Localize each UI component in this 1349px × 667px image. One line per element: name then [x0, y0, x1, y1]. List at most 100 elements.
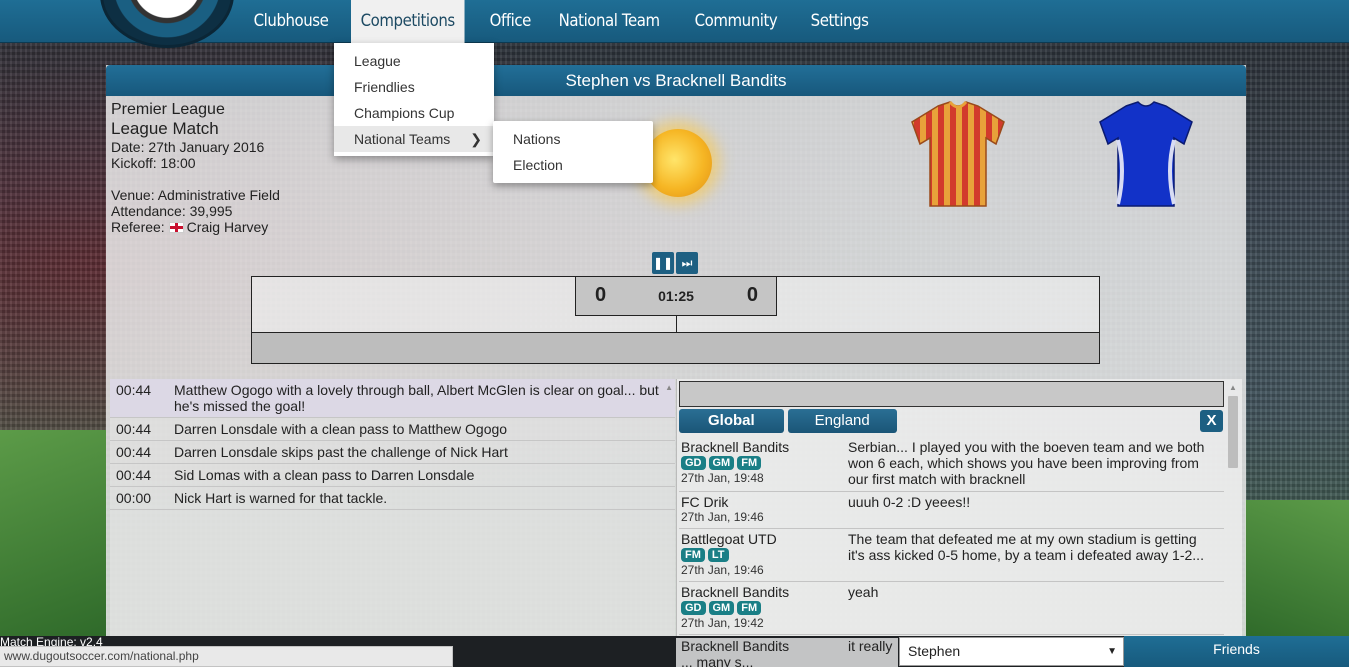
- user-badge: GD: [681, 601, 706, 615]
- friends-button[interactable]: Friends: [1124, 636, 1349, 667]
- commentary-row: 00:44 Darren Lonsdale with a clean pass t…: [110, 418, 675, 441]
- match-referee: Referee: Craig Harvey: [111, 219, 280, 235]
- nav-national-team[interactable]: National Team: [549, 0, 669, 43]
- commentary-text: Darren Lonsdale skips past the challenge…: [174, 444, 508, 460]
- playback-controls: ❚❚ ⏭: [652, 252, 698, 274]
- scroll-up-icon[interactable]: ▲: [1228, 383, 1238, 392]
- pitch-background-left: [0, 430, 106, 637]
- pitch-background-right: [1245, 500, 1349, 637]
- user-badge: GM: [708, 601, 735, 615]
- match-visualizer: 0 01:25 0: [251, 276, 1100, 364]
- user-badge: GM: [708, 456, 735, 470]
- chat-timestamp: 27th Jan, 19:46: [681, 563, 764, 577]
- chat-scrollbar[interactable]: ▲: [1228, 383, 1238, 640]
- commentary-row: 00:44 Darren Lonsdale skips past the chal…: [110, 441, 675, 464]
- chat-username[interactable]: Battlegoat UTD: [681, 531, 848, 547]
- user-badge: FM: [737, 601, 762, 615]
- chat-sender: FC Drik 27th Jan, 19:46: [681, 494, 848, 524]
- referee-name: Craig Harvey: [186, 219, 269, 235]
- chat-input[interactable]: [679, 381, 1224, 407]
- chat-text: uuuh 0-2 :D yeees!!: [848, 494, 971, 510]
- chat-sender: Bracknell Bandits GD GM FM 27th Jan, 19:42: [681, 584, 848, 630]
- menu-item-champions-cup[interactable]: Champions Cup: [334, 100, 494, 126]
- chat-timestamp: 27th Jan, 19:42: [681, 616, 764, 630]
- user-badges: GD GM FM: [681, 601, 848, 615]
- status-url: www.dugoutsoccer.com/national.php: [0, 646, 453, 667]
- chat-text: yeah: [848, 584, 879, 600]
- away-score: 0: [746, 284, 758, 306]
- chat-username[interactable]: Bracknell Bandits: [681, 584, 848, 600]
- chat-sender: Bracknell Bandits GD GM FM 27th Jan, 19:48: [681, 439, 848, 487]
- chat-username[interactable]: FC Drik: [681, 494, 848, 510]
- chat-username[interactable]: Bracknell Bandits: [681, 439, 848, 455]
- match-panel: Stephen vs Bracknell Bandits Premier Lea…: [106, 65, 1246, 640]
- chat-message: FC Drik 27th Jan, 19:46 uuuh 0-2 :D yeees!…: [679, 492, 1224, 529]
- menu-item-friendlies[interactable]: Friendlies: [334, 74, 494, 100]
- chat-tabs: Global England: [679, 409, 897, 433]
- match-title: Stephen vs Bracknell Bandits: [106, 65, 1246, 96]
- tab-global[interactable]: Global: [679, 409, 784, 433]
- england-flag-icon: [168, 222, 184, 233]
- chat-message: Bracknell Bandits GD GM FM 27th Jan, 19:42 ye…: [679, 582, 1224, 635]
- commentary-time: 00:44: [116, 467, 152, 483]
- possession-bar: [252, 332, 1099, 363]
- nav-competitions[interactable]: Competitions: [350, 0, 465, 43]
- national-teams-submenu: Nations Election: [493, 121, 653, 183]
- commentary-list[interactable]: ▲ 00:44 Matthew Ogogo with a lovely throu…: [110, 379, 675, 640]
- referee-label: Referee:: [111, 219, 165, 235]
- scoreboard: 0 01:25 0: [575, 276, 777, 316]
- match-kickoff: Kickoff: 18:00: [111, 155, 196, 171]
- weather-sun-icon: [644, 129, 712, 197]
- site-logo[interactable]: [100, 0, 234, 48]
- tab-england[interactable]: England: [787, 409, 897, 433]
- away-kit-shirt-icon: [1099, 101, 1193, 207]
- chat-timestamp: 27th Jan, 19:46: [681, 510, 764, 524]
- competition-name: Premier League: [111, 101, 225, 118]
- commentary-row: 00:00 Nick Hart is warned for that tackle…: [110, 487, 675, 510]
- chat-sender: Battlegoat UTD FM LT 27th Jan, 19:46: [681, 531, 848, 577]
- main-nav: Clubhouse Competitions Office National T…: [244, 0, 889, 43]
- menu-item-league[interactable]: League: [334, 48, 494, 74]
- menu-item-national-teams[interactable]: National Teams ❯: [334, 126, 494, 152]
- menu-item-election[interactable]: Election: [493, 152, 653, 178]
- top-nav-bar: Clubhouse Competitions Office National T…: [0, 0, 1349, 48]
- nav-community[interactable]: Community: [685, 0, 787, 43]
- skip-forward-button[interactable]: ⏭: [676, 252, 698, 274]
- menu-item-nations[interactable]: Nations: [493, 126, 653, 152]
- dropdown-arrow-icon: ▼: [1107, 646, 1117, 657]
- home-kit-shirt-icon: [911, 101, 1005, 207]
- chat-text: The team that defeated me at my own stad…: [848, 531, 1204, 563]
- user-badge: LT: [707, 548, 729, 562]
- chat-message-partial: Bracknell Bandits it really ... many s...: [676, 638, 898, 667]
- commentary-text: Matthew Ogogo with a lovely through ball…: [174, 382, 659, 414]
- nav-office[interactable]: Office: [480, 0, 541, 43]
- user-badges: GD GM FM: [681, 456, 848, 470]
- team-select[interactable]: Stephen ▼: [899, 637, 1124, 666]
- chat-message: Bracknell Bandits GD GM FM 27th Jan, 19:48 Se…: [679, 437, 1224, 492]
- match-date: Date: 27th January 2016: [111, 139, 265, 155]
- scrollbar-thumb[interactable]: [1228, 396, 1238, 468]
- chat-timestamp: 27th Jan, 19:48: [681, 471, 764, 485]
- commentary-time: 00:44: [116, 421, 152, 437]
- chevron-right-icon: ❯: [470, 131, 482, 147]
- center-line: [676, 316, 677, 332]
- nav-clubhouse[interactable]: Clubhouse: [244, 0, 338, 43]
- chat-message-list: Bracknell Bandits GD GM FM 27th Jan, 19:48 Se…: [679, 437, 1224, 635]
- user-badges: FM LT: [681, 548, 848, 562]
- commentary-text: Sid Lomas with a clean pass to Darren Lo…: [174, 467, 475, 483]
- commentary-time: 00:44: [116, 382, 152, 398]
- commentary-time: 00:44: [116, 444, 152, 460]
- chat-message: Battlegoat UTD FM LT 27th Jan, 19:46 The tea…: [679, 529, 1224, 582]
- commentary-text: Darren Lonsdale with a clean pass to Mat…: [174, 421, 508, 437]
- user-badge: FM: [681, 548, 705, 562]
- commentary-time: 00:00: [116, 490, 152, 506]
- menu-item-national-teams-label: National Teams: [354, 131, 451, 147]
- competitions-dropdown: League Friendlies Champions Cup National…: [334, 43, 494, 156]
- pause-button[interactable]: ❚❚: [652, 252, 674, 274]
- nav-settings[interactable]: Settings: [801, 0, 878, 43]
- match-info: Premier League League Match Date: 27th J…: [111, 101, 280, 235]
- close-chat-button[interactable]: X: [1200, 410, 1223, 432]
- scroll-up-icon[interactable]: ▲: [665, 383, 673, 392]
- commentary-text: Nick Hart is warned for that tackle.: [174, 490, 388, 506]
- user-badge: GD: [681, 456, 706, 470]
